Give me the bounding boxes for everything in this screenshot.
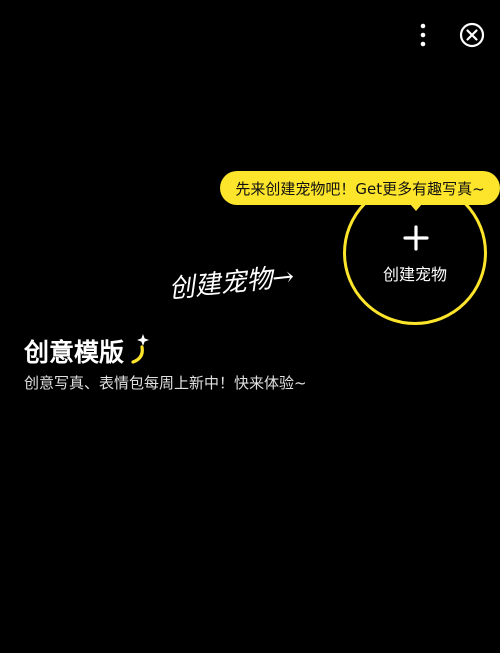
close-button[interactable] <box>457 20 487 50</box>
close-circle-icon <box>459 22 485 48</box>
section-subtitle: 创意写真、表情包每周上新中！快来体验~ <box>24 374 307 392</box>
handwritten-hint-text: 创建宠物→ <box>167 262 295 302</box>
create-pet-tooltip: 先来创建宠物吧！Get更多有趣写真~ <box>220 171 500 205</box>
sparkle-icon <box>131 334 149 364</box>
tooltip-arrow <box>410 204 422 211</box>
handwritten-hint: 创建宠物→ <box>167 262 295 302</box>
more-options-button[interactable] <box>408 20 438 50</box>
create-pet-label: 创建宠物 <box>382 265 447 284</box>
section-title: 创意模版 <box>24 338 125 367</box>
more-vertical-icon <box>420 23 426 47</box>
plus-icon <box>403 225 429 251</box>
